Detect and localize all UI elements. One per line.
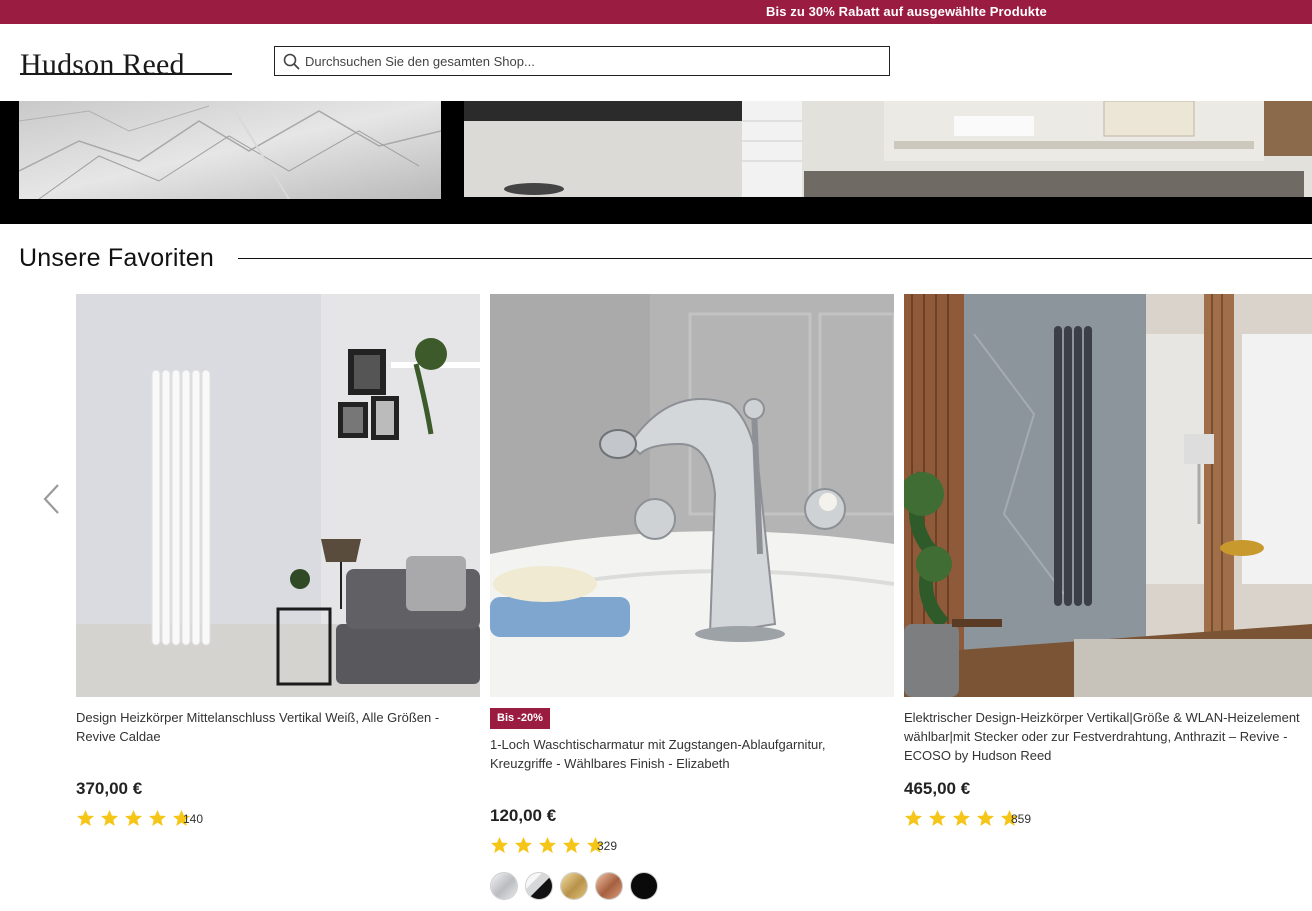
star-icon <box>490 836 509 854</box>
promo-text[interactable]: Bis zu 30% Rabatt auf ausgewählte Produk… <box>766 4 1047 19</box>
review-count[interactable]: 329 <box>597 839 617 853</box>
swatch-brushed-brass[interactable] <box>560 872 588 900</box>
section-title: Unsere Favoriten <box>19 244 214 272</box>
product-title[interactable]: 1-Loch Waschtischarmatur mit Zugstangen-… <box>490 735 890 773</box>
swatch-black[interactable] <box>630 872 658 900</box>
star-icon <box>514 836 532 854</box>
product-price: 370,00 € <box>76 779 143 798</box>
search-icon[interactable] <box>283 53 300 70</box>
site-header: Hudson Reed <box>0 24 1312 101</box>
star-icon <box>952 809 970 827</box>
product-price: 465,00 € <box>904 779 971 798</box>
rating-stars <box>904 809 1019 827</box>
chevron-left-icon[interactable] <box>38 482 64 516</box>
review-count[interactable]: 859 <box>1011 812 1031 826</box>
review-count[interactable]: 140 <box>183 812 203 826</box>
star-icon <box>538 836 556 854</box>
star-icon <box>100 809 118 827</box>
star-icon <box>976 809 994 827</box>
star-icon <box>904 809 923 827</box>
logo[interactable]: Hudson Reed <box>20 48 185 82</box>
section-divider <box>238 258 1312 259</box>
bathroom-scene-image[interactable] <box>464 101 1312 197</box>
rating-stars <box>76 809 191 827</box>
rating-stars <box>490 836 605 854</box>
product-image[interactable] <box>904 294 1312 697</box>
search-input[interactable] <box>305 51 875 71</box>
star-icon <box>148 809 166 827</box>
swatch-chrome[interactable] <box>490 872 518 900</box>
promo-bar[interactable]: Bis zu 30% Rabatt auf ausgewählte Produk… <box>0 0 1312 24</box>
star-icon <box>76 809 95 827</box>
discount-badge: Bis -20% <box>490 708 550 729</box>
product-price: 120,00 € <box>490 806 557 825</box>
star-icon <box>928 809 946 827</box>
star-icon <box>124 809 142 827</box>
star-icon <box>562 836 580 854</box>
product-image[interactable] <box>76 294 480 697</box>
product-image[interactable] <box>490 294 894 697</box>
logo-underline <box>20 73 232 75</box>
product-title[interactable]: Design Heizkörper Mittelanschluss Vertik… <box>76 708 476 746</box>
hero-banner <box>0 101 1312 224</box>
swatch-brushed-bronze[interactable] <box>595 872 623 900</box>
search-box[interactable] <box>274 46 890 76</box>
marble-tile-image[interactable] <box>19 101 441 199</box>
product-title[interactable]: Elektrischer Design-Heizkörper Vertikal|… <box>904 708 1304 765</box>
swatch-chrome-black[interactable] <box>525 872 553 900</box>
